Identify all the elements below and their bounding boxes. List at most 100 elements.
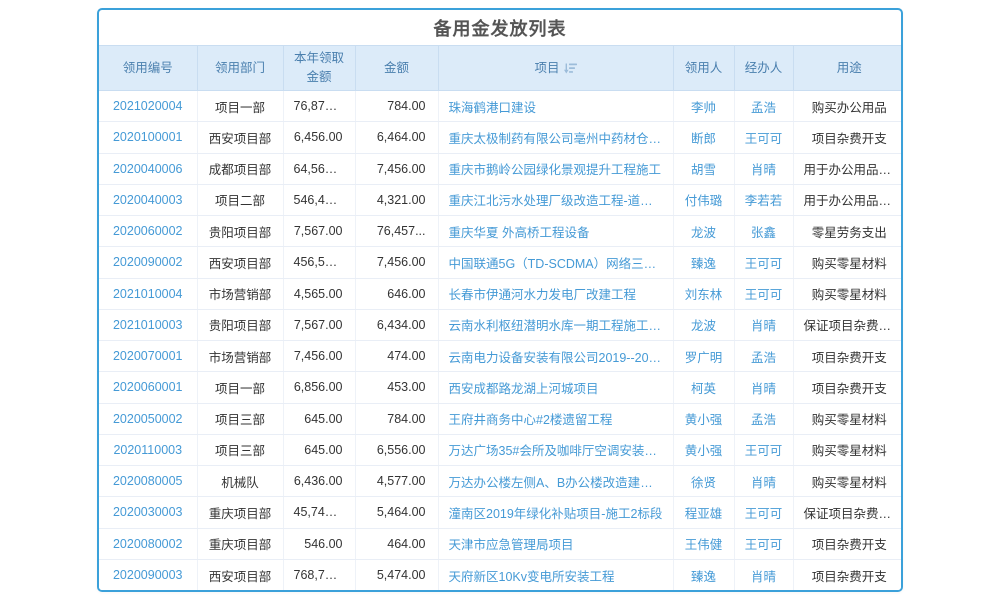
sort-icon: [564, 63, 577, 74]
cell-project[interactable]: 万达办公楼左侧A、B办公楼改造建设工程: [438, 466, 673, 497]
cell-requisition-id[interactable]: 2020110003: [99, 434, 197, 465]
cell-department: 成都项目部: [197, 153, 283, 184]
table-row: 2021010003贵阳项目部7,567.006,434.00云南水利枢纽潜明水…: [99, 309, 903, 340]
cell-requisition-id[interactable]: 2020060002: [99, 216, 197, 247]
cell-project[interactable]: 重庆江北污水处理厂级改造工程-道路修复工程: [438, 184, 673, 215]
cell-requisition-id[interactable]: 2020080002: [99, 528, 197, 559]
cell-project[interactable]: 长春市伊通河水力发电厂改建工程: [438, 278, 673, 309]
cell-recipient[interactable]: 付伟璐: [673, 184, 734, 215]
cell-project[interactable]: 重庆太极制药有限公司亳州中药材仓储物流基...: [438, 122, 673, 153]
cell-department: 贵阳项目部: [197, 309, 283, 340]
cell-project[interactable]: 重庆华夏 外高桥工程设备: [438, 216, 673, 247]
cell-project[interactable]: 潼南区2019年绿化补贴项目-施工2标段: [438, 497, 673, 528]
cell-department: 重庆项目部: [197, 497, 283, 528]
cell-handler[interactable]: 王可可: [734, 278, 793, 309]
cell-year-amount: 7,567.00: [283, 216, 355, 247]
cell-requisition-id[interactable]: 2020050002: [99, 403, 197, 434]
cell-requisition-id[interactable]: 2020070001: [99, 341, 197, 372]
cell-recipient[interactable]: 程亚雄: [673, 497, 734, 528]
table-row: 2020030003重庆项目部45,745.005,464.00潼南区2019年…: [99, 497, 903, 528]
table-row: 2020060001项目一部6,856.00453.00西安成都路龙湖上河城项目…: [99, 372, 903, 403]
cell-project[interactable]: 西安成都路龙湖上河城项目: [438, 372, 673, 403]
cell-recipient[interactable]: 龙波: [673, 216, 734, 247]
cell-handler[interactable]: 王可可: [734, 247, 793, 278]
cell-recipient[interactable]: 王伟健: [673, 528, 734, 559]
cell-requisition-id[interactable]: 2020090002: [99, 247, 197, 278]
cell-recipient[interactable]: 罗广明: [673, 341, 734, 372]
cell-requisition-id[interactable]: 2020080005: [99, 466, 197, 497]
cell-recipient[interactable]: 胡雪: [673, 153, 734, 184]
cell-amount: 784.00: [355, 91, 438, 122]
cell-recipient[interactable]: 臻逸: [673, 559, 734, 590]
table-row: 2021010004市场营销部4,565.00646.00长春市伊通河水力发电厂…: [99, 278, 903, 309]
cell-requisition-id[interactable]: 2021010003: [99, 309, 197, 340]
table-header: 领用编号领用部门本年领取金额金额项目领用人经办人用途: [99, 46, 903, 91]
cell-recipient[interactable]: 黄小强: [673, 403, 734, 434]
cell-requisition-id[interactable]: 2021020004: [99, 91, 197, 122]
cell-handler[interactable]: 王可可: [734, 497, 793, 528]
cell-requisition-id[interactable]: 2020100001: [99, 122, 197, 153]
cell-amount: 4,321.00: [355, 184, 438, 215]
cell-amount: 7,456.00: [355, 247, 438, 278]
cell-project[interactable]: 中国联通5G（TD-SCDMA）网络三期四川工程: [438, 247, 673, 278]
cell-department: 项目一部: [197, 91, 283, 122]
cell-amount: 7,456.00: [355, 153, 438, 184]
cell-handler[interactable]: 孟浩: [734, 341, 793, 372]
cell-handler[interactable]: 孟浩: [734, 403, 793, 434]
cell-project[interactable]: 云南电力设备安装有限公司2019--2020年度劳...: [438, 341, 673, 372]
cell-recipient[interactable]: 龙波: [673, 309, 734, 340]
cell-project[interactable]: 天津市应急管理局项目: [438, 528, 673, 559]
column-header-label: 经办人: [745, 59, 783, 78]
cell-handler[interactable]: 李若若: [734, 184, 793, 215]
cell-year-amount: 645.00: [283, 434, 355, 465]
column-header-label: 领用人: [685, 59, 723, 78]
cell-handler[interactable]: 肖晴: [734, 559, 793, 590]
cell-recipient[interactable]: 臻逸: [673, 247, 734, 278]
column-header-label: 本年领取金额: [290, 49, 349, 87]
cell-department: 项目三部: [197, 403, 283, 434]
cell-project[interactable]: 云南水利枢纽潜明水库一期工程施工I标: [438, 309, 673, 340]
cell-requisition-id[interactable]: 2020060001: [99, 372, 197, 403]
cell-recipient[interactable]: 徐贤: [673, 466, 734, 497]
cell-year-amount: 76,876.00: [283, 91, 355, 122]
cell-requisition-id[interactable]: 2020090003: [99, 559, 197, 590]
cell-recipient[interactable]: 黄小强: [673, 434, 734, 465]
cell-project[interactable]: 珠海鹤港口建设: [438, 91, 673, 122]
column-header-purpose: 用途: [793, 46, 903, 91]
cell-requisition-id[interactable]: 2020040003: [99, 184, 197, 215]
cell-handler[interactable]: 肖晴: [734, 153, 793, 184]
cell-requisition-id[interactable]: 2021010004: [99, 278, 197, 309]
cell-recipient[interactable]: 李帅: [673, 91, 734, 122]
cell-purpose: 项目杂费开支: [793, 122, 903, 153]
cell-project[interactable]: 王府井商务中心#2楼遗留工程: [438, 403, 673, 434]
cell-year-amount: 768,768.00: [283, 559, 355, 590]
cell-amount: 453.00: [355, 372, 438, 403]
cell-purpose: 保证项目杂费开支: [793, 497, 903, 528]
cell-handler[interactable]: 肖晴: [734, 372, 793, 403]
cell-handler[interactable]: 肖晴: [734, 466, 793, 497]
cell-recipient[interactable]: 柯英: [673, 372, 734, 403]
cell-handler[interactable]: 王可可: [734, 528, 793, 559]
cell-requisition-id[interactable]: 2020030003: [99, 497, 197, 528]
cell-project[interactable]: 重庆市鹅岭公园绿化景观提升工程施工: [438, 153, 673, 184]
cell-recipient[interactable]: 刘东林: [673, 278, 734, 309]
cell-purpose: 保证项目杂费开支: [793, 309, 903, 340]
cell-purpose: 用于办公用品的购买: [793, 153, 903, 184]
cell-requisition-id[interactable]: 2020040006: [99, 153, 197, 184]
table-row: 2020080005机械队6,436.004,577.00万达办公楼左侧A、B办…: [99, 466, 903, 497]
cell-amount: 5,474.00: [355, 559, 438, 590]
cell-purpose: 用于办公用品的购买: [793, 184, 903, 215]
cell-department: 西安项目部: [197, 122, 283, 153]
column-header-project[interactable]: 项目: [438, 46, 673, 91]
cell-project[interactable]: 万达广场35#会所及咖啡厅空调安装工程: [438, 434, 673, 465]
table-row: 2020060002贵阳项目部7,567.0076,457...重庆华夏 外高桥…: [99, 216, 903, 247]
cell-recipient[interactable]: 断郎: [673, 122, 734, 153]
cell-year-amount: 4,565.00: [283, 278, 355, 309]
cell-handler[interactable]: 孟浩: [734, 91, 793, 122]
cell-project[interactable]: 天府新区10Kv变电所安装工程: [438, 559, 673, 590]
cell-handler[interactable]: 张鑫: [734, 216, 793, 247]
cell-department: 西安项目部: [197, 247, 283, 278]
cell-handler[interactable]: 王可可: [734, 122, 793, 153]
cell-handler[interactable]: 肖晴: [734, 309, 793, 340]
cell-handler[interactable]: 王可可: [734, 434, 793, 465]
